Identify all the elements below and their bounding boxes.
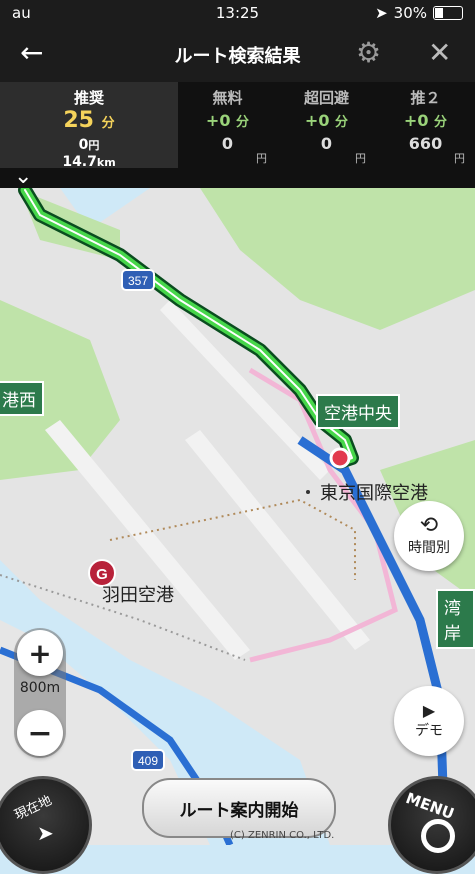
demo-button[interactable]: ▶ デモ <box>394 686 464 756</box>
chevron-down-icon[interactable]: ⌄ <box>14 164 32 189</box>
route-time: 25 分 <box>63 108 115 133</box>
route-name: 無料 <box>212 89 243 107</box>
route-name: 推奨 <box>73 89 104 107</box>
status-right: ➤ 30% <box>375 4 463 22</box>
zoom-scale: 800m <box>19 680 61 696</box>
gear-icon[interactable]: ⚙ <box>356 36 381 69</box>
route-tab-free[interactable]: 無料 +0 分 0 円 <box>178 82 277 168</box>
route-tab-avoid[interactable]: 超回避 +0 分 0 円 <box>277 82 376 168</box>
battery-icon <box>433 6 463 20</box>
zoom-out-button[interactable]: − <box>17 710 63 756</box>
yen-unit: 円 <box>355 152 366 165</box>
route-tab-recommended-2[interactable]: 推２ +0 分 660 円 <box>376 82 475 168</box>
start-guidance-button[interactable]: ルート案内開始 <box>142 778 336 838</box>
map-copyright: (C) ZENRIN CO., LTD. <box>230 830 335 841</box>
destination-pin-icon <box>329 447 351 469</box>
current-location-button[interactable]: 現在地 ➤ <box>0 776 92 874</box>
svg-text:357: 357 <box>128 274 148 288</box>
history-clock-icon: ⟲ <box>419 513 439 538</box>
current-location-label: 現在地 <box>12 793 55 824</box>
battery-percent: 30% <box>393 4 427 22</box>
nav-bar: ← ルート検索結果 ⚙ ✕ <box>0 26 475 82</box>
goal-marker-icon: G <box>88 559 116 587</box>
compass-icon: ➤ <box>37 821 54 845</box>
label-airport-center: 空港中央 <box>316 394 400 429</box>
route-tab-recommended[interactable]: 推奨 25 分 0円 14.7km <box>0 82 178 170</box>
yen-unit: 円 <box>454 152 465 165</box>
route-name: 推２ <box>410 89 441 107</box>
label-tokyo-intl: 東京国際空港 <box>320 483 428 504</box>
menu-button[interactable]: MENU <box>388 776 475 874</box>
route-357-shield: 357 <box>121 269 155 291</box>
status-bar: au 13:25 ➤ 30% <box>0 0 475 26</box>
route-409-shield: 409 <box>131 749 165 771</box>
play-icon: ▶ <box>422 701 436 720</box>
route-diff: +0 分 <box>403 111 448 130</box>
close-button[interactable]: ✕ <box>428 36 451 69</box>
menu-dial-icon <box>421 819 455 853</box>
label-haneda: 羽田空港 <box>102 585 174 606</box>
route-options: 推奨 25 分 0円 14.7km 無料 +0 分 0 円 超回避 +0 分 0… <box>0 82 475 188</box>
time-button-label: 時間別 <box>408 540 450 556</box>
route-toll: 0円 <box>78 137 100 153</box>
route-diff: +0 分 <box>205 111 250 130</box>
route-diff: +0 分 <box>304 111 349 130</box>
route-name: 超回避 <box>303 89 349 107</box>
label-wan: 湾岸 <box>436 589 475 649</box>
zoom-in-button[interactable]: + <box>17 630 63 676</box>
menu-label: MENU <box>403 789 457 823</box>
time-schedule-button[interactable]: ⟲ 時間別 <box>394 501 464 571</box>
label-minato-west: 港西 <box>0 381 44 416</box>
svg-text:G: G <box>96 566 108 583</box>
page-title: ルート検索結果 <box>174 46 301 67</box>
demo-button-label: デモ <box>415 723 443 739</box>
yen-unit: 円 <box>256 152 267 165</box>
location-arrow-icon: ➤ <box>375 4 388 22</box>
svg-text:409: 409 <box>138 754 158 768</box>
